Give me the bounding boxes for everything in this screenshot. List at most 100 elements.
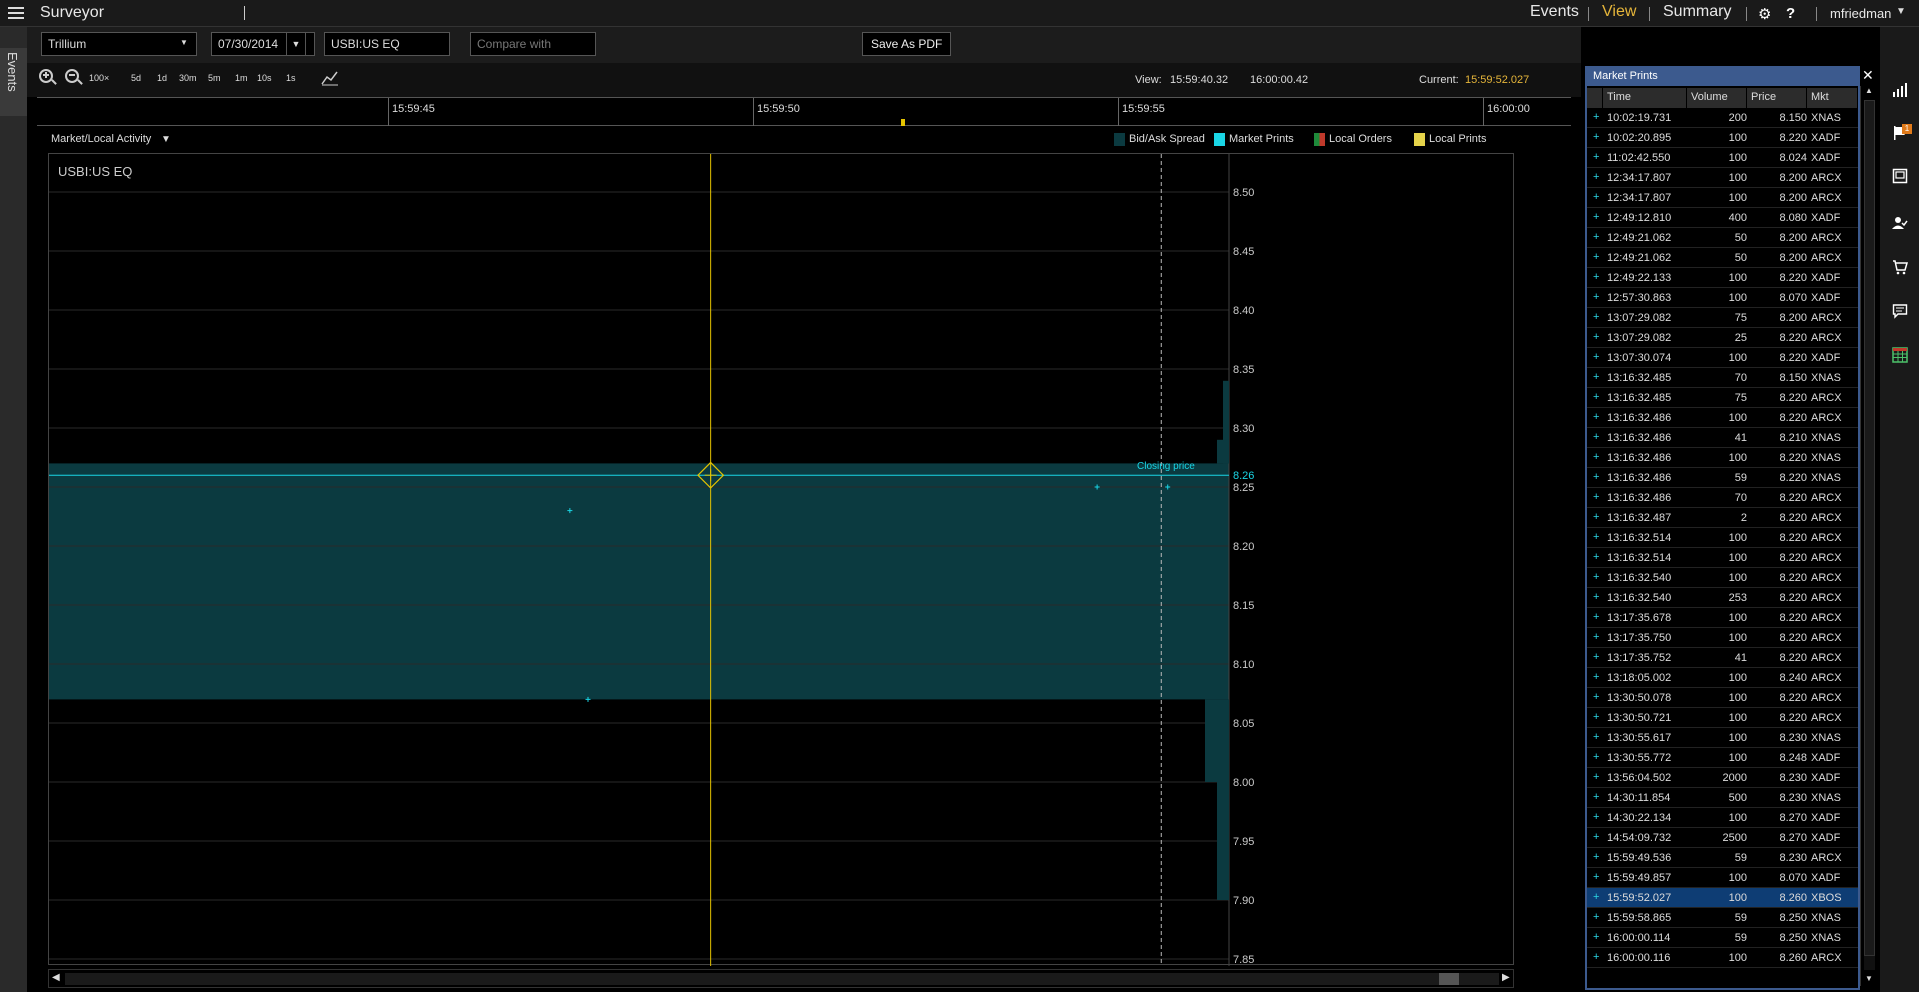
range-1m-button[interactable]: 1m: [235, 73, 248, 83]
table-row[interactable]: +13:16:32.540 253 8.220 ARCX: [1587, 588, 1858, 608]
table-row[interactable]: +12:34:17.807 100 8.200 ARCX: [1587, 188, 1858, 208]
prints-vertical-scrollbar[interactable]: ▲ ▼: [1860, 86, 1877, 986]
table-row[interactable]: +13:30:50.721 100 8.220 ARCX: [1587, 708, 1858, 728]
table-row[interactable]: +16:00:00.116 100 8.260 ARCX: [1587, 948, 1858, 968]
table-row[interactable]: +15:59:49.536 59 8.230 ARCX: [1587, 848, 1858, 868]
chart-horizontal-scrollbar[interactable]: ◀ ▶: [48, 969, 1514, 988]
help-icon[interactable]: ?: [1786, 5, 1795, 22]
expand-row-icon[interactable]: +: [1593, 171, 1599, 183]
range-5d-button[interactable]: 5d: [131, 73, 141, 83]
price-chart[interactable]: 8.50 8.45 8.40 8.35 8.30 8.25 8.20 8.15 8.10 8.05…: [48, 153, 1515, 966]
table-row[interactable]: +10:02:19.731 200 8.150 XNAS: [1587, 108, 1858, 128]
expand-row-icon[interactable]: +: [1593, 811, 1599, 823]
expand-row-icon[interactable]: +: [1593, 911, 1599, 923]
cart-icon[interactable]: [1892, 259, 1908, 275]
scroll-thumb[interactable]: [1864, 100, 1875, 956]
column-header-mkt[interactable]: Mkt: [1807, 88, 1858, 108]
expand-row-icon[interactable]: +: [1593, 651, 1599, 663]
table-row[interactable]: +13:16:32.514 100 8.220 ARCX: [1587, 528, 1858, 548]
expand-row-icon[interactable]: +: [1593, 831, 1599, 843]
date-dropdown-icon[interactable]: ▼: [286, 32, 306, 56]
window-icon[interactable]: [1892, 168, 1908, 184]
expand-row-icon[interactable]: +: [1593, 531, 1599, 543]
range-5m-button[interactable]: 5m: [208, 73, 221, 83]
expand-row-icon[interactable]: +: [1593, 931, 1599, 943]
expand-row-icon[interactable]: +: [1593, 631, 1599, 643]
table-row[interactable]: +13:30:50.078 100 8.220 ARCX: [1587, 688, 1858, 708]
expand-row-icon[interactable]: +: [1593, 151, 1599, 163]
expand-row-icon[interactable]: +: [1593, 851, 1599, 863]
activity-dropdown[interactable]: Market/Local Activity: [51, 133, 151, 145]
playhead-marker[interactable]: [901, 119, 905, 126]
expand-row-icon[interactable]: +: [1593, 751, 1599, 763]
chart-options-icon[interactable]: [321, 70, 339, 86]
expand-row-icon[interactable]: +: [1593, 551, 1599, 563]
scroll-right-icon[interactable]: ▶: [1502, 972, 1510, 983]
table-row[interactable]: +12:34:17.807 100 8.200 ARCX: [1587, 168, 1858, 188]
table-row[interactable]: +13:07:30.074 100 8.220 XADF: [1587, 348, 1858, 368]
table-icon[interactable]: [1892, 347, 1908, 363]
range-1s-button[interactable]: 1s: [286, 73, 296, 83]
table-row[interactable]: +15:59:49.857 100 8.070 XADF: [1587, 868, 1858, 888]
column-header-volume[interactable]: Volume: [1687, 88, 1747, 108]
table-row[interactable]: +16:00:00.114 59 8.250 XNAS: [1587, 928, 1858, 948]
column-header-price[interactable]: Price: [1747, 88, 1807, 108]
zoom-100-button[interactable]: 100×: [89, 73, 109, 83]
table-row[interactable]: +13:18:05.002 100 8.240 ARCX: [1587, 668, 1858, 688]
table-row[interactable]: +13:16:32.514 100 8.220 ARCX: [1587, 548, 1858, 568]
chevron-down-icon[interactable]: ▼: [1896, 6, 1906, 17]
comment-icon[interactable]: [1892, 303, 1908, 319]
legend-local-prints[interactable]: Local Prints: [1429, 133, 1486, 145]
expand-row-icon[interactable]: +: [1593, 211, 1599, 223]
expand-row-icon[interactable]: +: [1593, 771, 1599, 783]
expand-row-icon[interactable]: +: [1593, 271, 1599, 283]
table-row[interactable]: +13:30:55.772 100 8.248 XADF: [1587, 748, 1858, 768]
table-row[interactable]: +12:49:22.133 100 8.220 XADF: [1587, 268, 1858, 288]
table-row[interactable]: +14:30:11.854 500 8.230 XNAS: [1587, 788, 1858, 808]
table-row[interactable]: +13:16:32.485 75 8.220 ARCX: [1587, 388, 1858, 408]
expand-row-icon[interactable]: +: [1593, 491, 1599, 503]
zoom-in-icon[interactable]: [39, 69, 53, 83]
table-row[interactable]: +14:54:09.732 2500 8.270 XADF: [1587, 828, 1858, 848]
expand-row-icon[interactable]: +: [1593, 231, 1599, 243]
expand-row-icon[interactable]: +: [1593, 951, 1599, 963]
nav-events[interactable]: Events: [1530, 3, 1579, 21]
expand-row-icon[interactable]: +: [1593, 591, 1599, 603]
expand-row-icon[interactable]: +: [1593, 431, 1599, 443]
table-row[interactable]: +13:07:29.082 25 8.220 ARCX: [1587, 328, 1858, 348]
expand-row-icon[interactable]: +: [1593, 671, 1599, 683]
chevron-down-icon[interactable]: ▼: [161, 134, 171, 145]
expand-row-icon[interactable]: +: [1593, 571, 1599, 583]
table-row[interactable]: +12:49:21.062 50 8.200 ARCX: [1587, 248, 1858, 268]
expand-row-icon[interactable]: +: [1593, 711, 1599, 723]
compare-input[interactable]: Compare with: [470, 32, 596, 56]
expand-row-icon[interactable]: +: [1593, 611, 1599, 623]
table-row[interactable]: +13:17:35.750 100 8.220 ARCX: [1587, 628, 1858, 648]
expand-row-icon[interactable]: +: [1593, 891, 1599, 903]
expand-row-icon[interactable]: +: [1593, 291, 1599, 303]
table-row[interactable]: +15:59:52.027 100 8.260 XBOS: [1587, 888, 1858, 908]
table-row[interactable]: +12:49:21.062 50 8.200 ARCX: [1587, 228, 1858, 248]
table-row[interactable]: +13:16:32.540 100 8.220 ARCX: [1587, 568, 1858, 588]
expand-row-icon[interactable]: +: [1593, 131, 1599, 143]
timeline-ruler[interactable]: 15:59:45 15:59:50 15:59:55 16:00:00: [37, 97, 1571, 126]
scroll-down-icon[interactable]: ▼: [1865, 974, 1873, 983]
hamburger-menu-icon[interactable]: [8, 5, 24, 21]
legend-local-orders[interactable]: Local Orders: [1329, 133, 1392, 145]
expand-row-icon[interactable]: +: [1593, 391, 1599, 403]
scroll-left-icon[interactable]: ◀: [52, 972, 60, 983]
symbol-input[interactable]: USBI:US EQ: [324, 32, 450, 56]
expand-row-icon[interactable]: +: [1593, 371, 1599, 383]
table-row[interactable]: +13:30:55.617 100 8.230 XNAS: [1587, 728, 1858, 748]
close-icon[interactable]: ✕: [1862, 67, 1874, 84]
expand-row-icon[interactable]: +: [1593, 251, 1599, 263]
column-header-time[interactable]: Time: [1603, 88, 1687, 108]
expand-row-icon[interactable]: +: [1593, 791, 1599, 803]
table-row[interactable]: +12:49:12.810 400 8.080 XADF: [1587, 208, 1858, 228]
table-row[interactable]: +13:16:32.486 100 8.220 XNAS: [1587, 448, 1858, 468]
expand-row-icon[interactable]: +: [1593, 411, 1599, 423]
expand-row-icon[interactable]: +: [1593, 871, 1599, 883]
save-pdf-button[interactable]: Save As PDF: [862, 32, 952, 56]
price-chart-svg[interactable]: 8.50 8.45 8.40 8.35 8.30 8.25 8.20 8.15 8.10 8.05…: [49, 154, 1515, 966]
table-row[interactable]: +13:16:32.487 2 8.220 ARCX: [1587, 508, 1858, 528]
